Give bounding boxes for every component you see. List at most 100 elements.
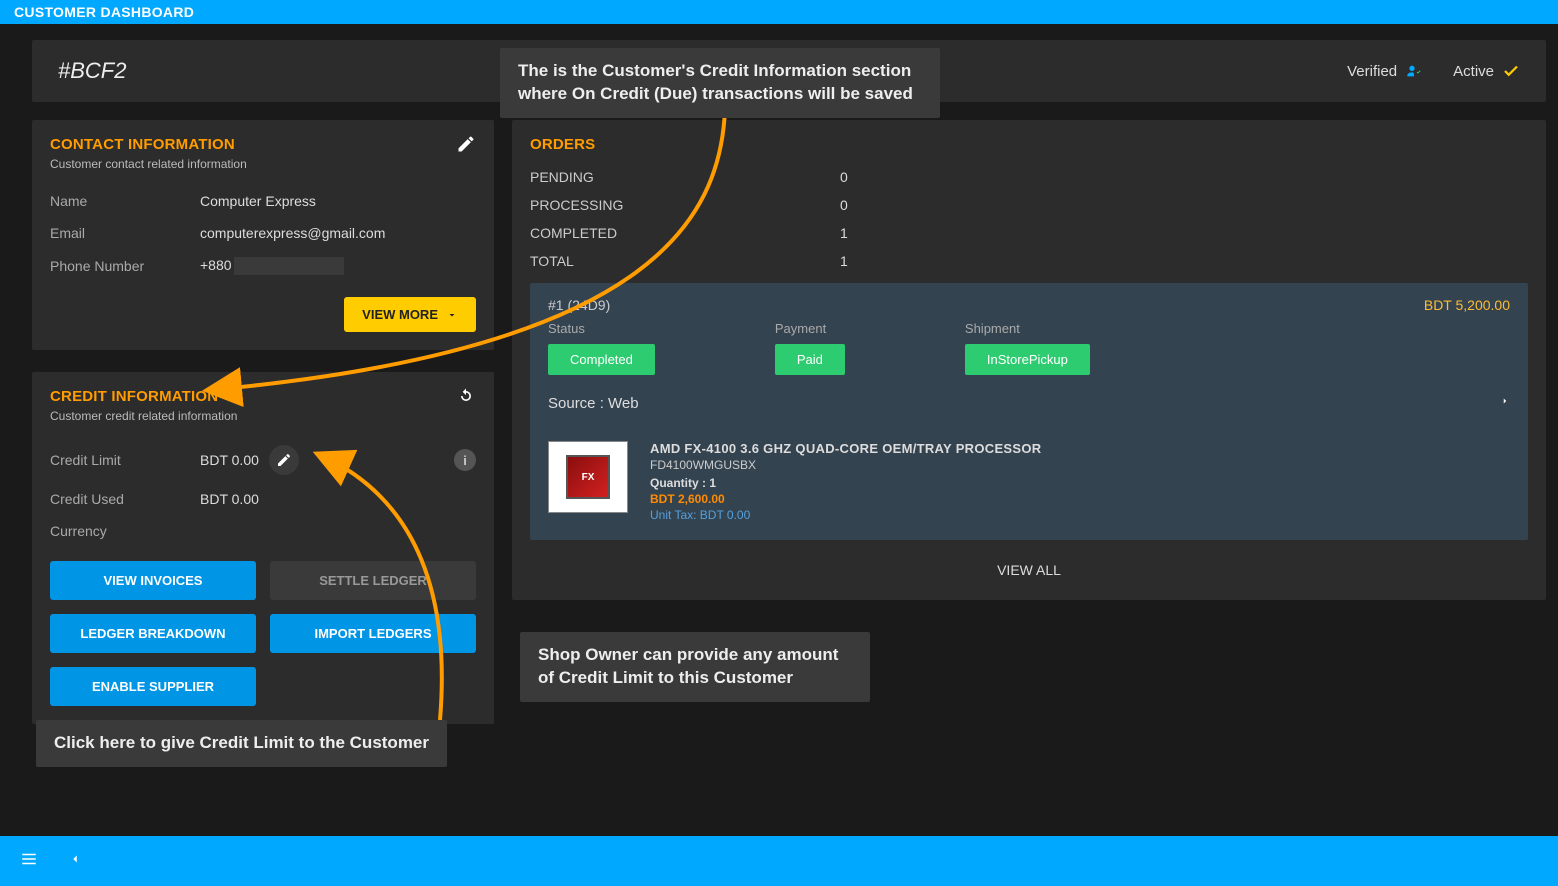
annotation-right: Shop Owner can provide any amount of Cre… <box>520 632 870 702</box>
back-button[interactable] <box>68 849 82 874</box>
payment-label: Payment <box>775 321 845 336</box>
view-all-button[interactable]: VIEW ALL <box>530 540 1528 600</box>
chevron-right-icon <box>1500 393 1510 409</box>
active-check-icon <box>1502 62 1520 80</box>
hamburger-icon <box>18 850 40 868</box>
refresh-icon <box>456 386 476 406</box>
name-value: Computer Express <box>200 193 316 209</box>
view-more-button[interactable]: VIEW MORE <box>344 297 476 332</box>
completed-value: 1 <box>840 225 848 241</box>
payment-badge: Paid <box>775 344 845 375</box>
annotation-top: The is the Customer's Credit Information… <box>500 48 940 118</box>
source-row: Source : Web <box>548 393 1510 413</box>
processing-value: 0 <box>840 197 848 213</box>
currency-label: Currency <box>50 523 200 539</box>
product-row: FX AMD FX-4100 3.6 GHZ QUAD-CORE OEM/TRA… <box>548 441 1510 522</box>
edit-credit-limit-button[interactable] <box>269 445 299 475</box>
enable-supplier-button[interactable]: ENABLE SUPPLIER <box>50 667 256 706</box>
stat-total: TOTAL1 <box>530 247 1528 275</box>
edit-contact-button[interactable] <box>456 134 476 159</box>
order-card[interactable]: #1 (24D9) BDT 5,200.00 Status Completed … <box>530 283 1528 540</box>
contact-title: CONTACT INFORMATION <box>50 136 476 153</box>
credit-limit-value: BDT 0.00 <box>200 452 259 468</box>
ledger-breakdown-button[interactable]: LEDGER BREAKDOWN <box>50 614 256 653</box>
orders-stats: PENDING0 PROCESSING0 COMPLETED1 TOTAL1 <box>530 163 1528 275</box>
status-label: Status <box>548 321 655 336</box>
credit-used-label: Credit Used <box>50 491 200 507</box>
footer-bar <box>0 836 1558 886</box>
credit-subtitle: Customer credit related information <box>50 409 476 423</box>
user-check-icon <box>1405 62 1423 80</box>
orders-panel: ORDERS PENDING0 PROCESSING0 COMPLETED1 T… <box>512 120 1546 600</box>
topbar: CUSTOMER DASHBOARD <box>0 0 1558 24</box>
contact-subtitle: Customer contact related information <box>50 157 476 171</box>
total-label: TOTAL <box>530 253 840 269</box>
content-area: #BCF2 Verified Active CONT <box>0 24 1558 732</box>
phone-prefix: +880 <box>200 257 232 273</box>
shipment-col: Shipment InStorePickup <box>965 321 1090 375</box>
menu-button[interactable] <box>18 850 40 873</box>
product-tax: Unit Tax: BDT 0.00 <box>650 508 1041 522</box>
contact-phone-row: Phone Number +880 <box>50 249 476 283</box>
processing-label: PROCESSING <box>530 197 840 213</box>
credit-limit-label: Credit Limit <box>50 452 200 468</box>
status-badge: Completed <box>548 344 655 375</box>
chevron-down-icon <box>446 309 458 321</box>
credit-used-row: Credit Used BDT 0.00 <box>50 483 476 515</box>
source-label: Source : Web <box>548 395 639 412</box>
stat-completed: COMPLETED1 <box>530 219 1528 247</box>
pencil-icon <box>276 452 292 468</box>
pending-label: PENDING <box>530 169 840 185</box>
credit-limit-row: Credit Limit BDT 0.00 i <box>50 437 476 483</box>
stat-processing: PROCESSING0 <box>530 191 1528 219</box>
name-label: Name <box>50 193 200 209</box>
phone-value: +880 <box>200 257 344 275</box>
import-ledgers-button[interactable]: IMPORT LEDGERS <box>270 614 476 653</box>
refresh-credit-button[interactable] <box>456 386 476 411</box>
credit-limit-info-button[interactable]: i <box>454 449 476 471</box>
order-expand-button[interactable] <box>1500 393 1510 413</box>
active-status: Active <box>1453 62 1520 80</box>
left-column: CONTACT INFORMATION Customer contact rel… <box>32 120 494 724</box>
phone-redacted <box>234 257 344 275</box>
verified-status: Verified <box>1347 62 1423 80</box>
view-more-row: VIEW MORE <box>50 297 476 332</box>
product-price: BDT 2,600.00 <box>650 492 1041 506</box>
credit-panel: CREDIT INFORMATION Customer credit relat… <box>32 372 494 724</box>
order-status-cols: Status Completed Payment Paid Shipment I… <box>548 321 1510 375</box>
annotation-bottom: Click here to give Credit Limit to the C… <box>36 720 447 767</box>
right-column: ORDERS PENDING0 PROCESSING0 COMPLETED1 T… <box>512 120 1546 600</box>
view-more-label: VIEW MORE <box>362 307 438 322</box>
email-label: Email <box>50 225 200 241</box>
order-title: #1 (24D9) <box>548 297 610 313</box>
credit-buttons: VIEW INVOICES SETTLE LEDGER LEDGER BREAK… <box>50 561 476 706</box>
total-value: 1 <box>840 253 848 269</box>
view-invoices-button[interactable]: VIEW INVOICES <box>50 561 256 600</box>
payment-col: Payment Paid <box>775 321 845 375</box>
contact-name-row: Name Computer Express <box>50 185 476 217</box>
order-amount: BDT 5,200.00 <box>1424 297 1510 313</box>
product-code: FD4100WMGUSBX <box>650 458 1041 472</box>
header-status-group: Verified Active <box>1347 62 1520 80</box>
shipment-label: Shipment <box>965 321 1090 336</box>
email-value: computerexpress@gmail.com <box>200 225 385 241</box>
contact-email-row: Email computerexpress@gmail.com <box>50 217 476 249</box>
credit-used-value: BDT 0.00 <box>200 491 259 507</box>
settle-ledger-button[interactable]: SETTLE LEDGER <box>270 561 476 600</box>
pencil-icon <box>456 134 476 154</box>
product-qty: Quantity : 1 <box>650 476 1041 490</box>
order-head: #1 (24D9) BDT 5,200.00 <box>548 297 1510 313</box>
contact-panel: CONTACT INFORMATION Customer contact rel… <box>32 120 494 350</box>
credit-title: CREDIT INFORMATION <box>50 388 476 405</box>
chevron-left-icon <box>68 849 82 869</box>
status-col: Status Completed <box>548 321 655 375</box>
product-name: AMD FX-4100 3.6 GHZ QUAD-CORE OEM/TRAY P… <box>650 441 1041 456</box>
orders-title: ORDERS <box>530 136 1528 153</box>
shipment-badge: InStorePickup <box>965 344 1090 375</box>
active-label: Active <box>1453 63 1494 80</box>
pending-value: 0 <box>840 169 848 185</box>
product-image: FX <box>548 441 628 513</box>
phone-label: Phone Number <box>50 258 200 274</box>
verified-label: Verified <box>1347 63 1397 80</box>
chip-graphic: FX <box>566 455 610 499</box>
